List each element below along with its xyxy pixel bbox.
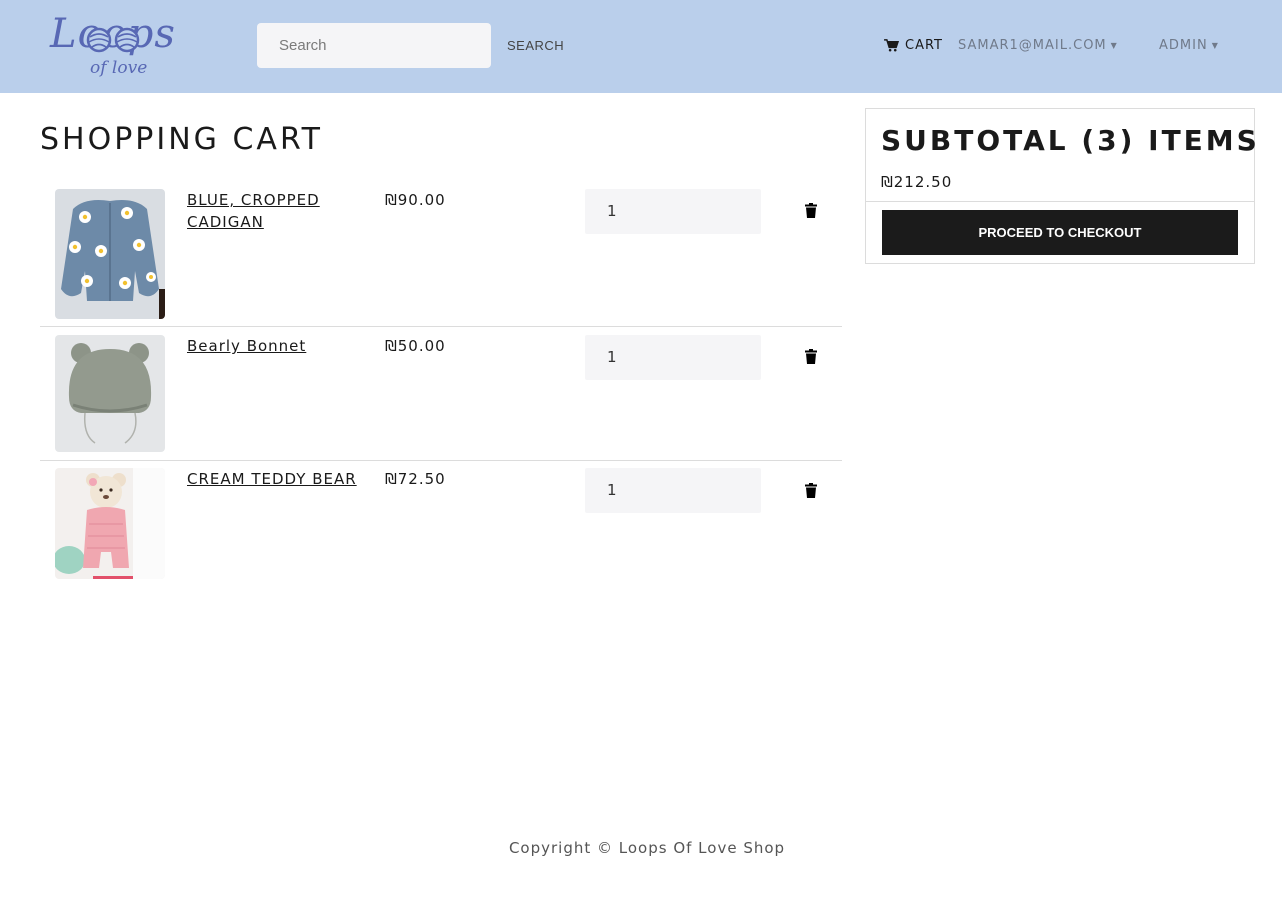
cart-item-row: BLUE, CROPPED CADIGAN ₪90.00 1 bbox=[40, 189, 842, 327]
nav-cart-label: CART bbox=[905, 37, 943, 53]
search-button[interactable]: SEARCH bbox=[499, 34, 572, 58]
trash-icon[interactable] bbox=[805, 349, 817, 364]
page-title: SHOPPING CART bbox=[40, 122, 323, 157]
teddy-bear-photo bbox=[55, 468, 165, 579]
product-image[interactable] bbox=[55, 189, 165, 319]
yarn-ball-icon bbox=[86, 27, 112, 53]
subtotal-amount: ₪212.50 bbox=[881, 173, 953, 191]
cart-item-row: Bearly Bonnet ₪50.00 1 bbox=[40, 335, 842, 461]
admin-label: ADMIN bbox=[1159, 37, 1208, 53]
navbar: Loops of love SEARCH CART SAMAR1@MAIL.CO… bbox=[0, 0, 1282, 93]
caret-down-icon: ▼ bbox=[1211, 40, 1219, 50]
product-price: ₪90.00 bbox=[385, 191, 446, 209]
product-name-link[interactable]: Bearly Bonnet bbox=[187, 335, 357, 357]
summary-divider bbox=[866, 201, 1254, 202]
quantity-select[interactable]: 1 bbox=[585, 189, 761, 234]
user-menu-dropdown[interactable]: SAMAR1@MAIL.COM ▼ bbox=[958, 34, 1118, 56]
shopping-cart-icon bbox=[884, 38, 899, 51]
bonnet-photo bbox=[55, 335, 165, 452]
caret-down-icon: ▼ bbox=[1110, 40, 1118, 50]
product-name-link[interactable]: CREAM TEDDY BEAR bbox=[187, 468, 357, 490]
quantity-select[interactable]: 1 bbox=[585, 335, 761, 380]
product-image[interactable] bbox=[55, 335, 165, 452]
footer-copyright: Copyright © Loops Of Love Shop bbox=[508, 839, 786, 857]
logo-wordmark: Loops bbox=[50, 11, 176, 57]
yarn-ball-icon bbox=[114, 27, 140, 53]
brand-logo[interactable]: Loops of love bbox=[48, 12, 228, 80]
cardigan-photo bbox=[55, 189, 165, 319]
user-email-label: SAMAR1@MAIL.COM bbox=[958, 37, 1107, 53]
order-summary-card: SUBTOTAL (3) ITEMS ₪212.50 PROCEED TO CH… bbox=[865, 108, 1257, 264]
product-name-link[interactable]: BLUE, CROPPED CADIGAN bbox=[187, 189, 357, 233]
admin-menu-dropdown[interactable]: ADMIN ▼ bbox=[1159, 34, 1219, 56]
trash-icon[interactable] bbox=[805, 483, 817, 498]
product-price: ₪50.00 bbox=[385, 337, 446, 355]
search-input[interactable] bbox=[257, 23, 491, 68]
product-image[interactable] bbox=[55, 468, 165, 579]
trash-icon[interactable] bbox=[805, 203, 817, 218]
subtotal-heading: SUBTOTAL (3) ITEMS bbox=[881, 124, 1260, 157]
nav-cart-link[interactable]: CART bbox=[884, 34, 943, 56]
proceed-to-checkout-button[interactable]: PROCEED TO CHECKOUT bbox=[882, 210, 1238, 255]
cart-item-row: CREAM TEDDY BEAR ₪72.50 1 bbox=[40, 468, 842, 580]
logo-tagline: of love bbox=[90, 58, 148, 78]
quantity-select[interactable]: 1 bbox=[585, 468, 761, 513]
product-price: ₪72.50 bbox=[385, 470, 446, 488]
